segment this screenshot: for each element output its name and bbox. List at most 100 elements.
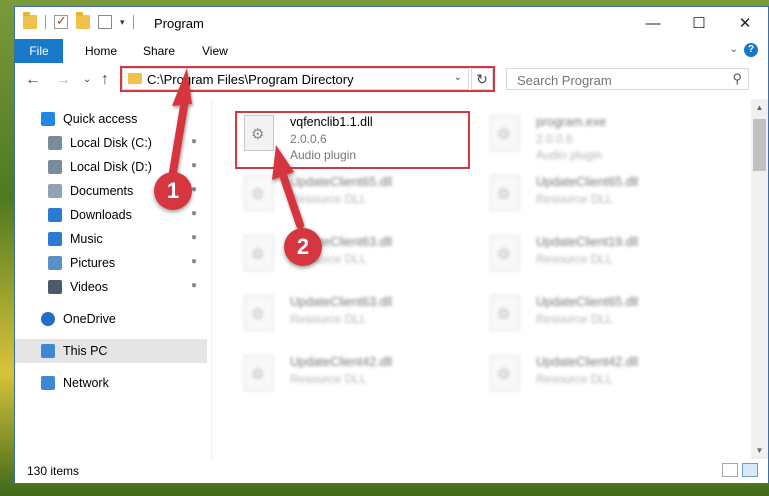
dll-file-icon (244, 355, 274, 391)
tab-view[interactable]: View (202, 39, 228, 63)
file-description: Resource DLL (536, 192, 613, 206)
file-description: Resource DLL (290, 312, 367, 326)
back-button[interactable]: ← (25, 72, 41, 88)
downloads-icon (48, 208, 62, 222)
sidebar-item-label: Local Disk (C:) (70, 136, 152, 150)
address-bar[interactable]: C:\Program Files\Program Directory ⌄ (122, 68, 469, 90)
drive-icon (48, 160, 62, 174)
maximize-button[interactable]: ☐ (676, 7, 722, 39)
pin-icon[interactable]: ● (191, 256, 197, 267)
computer-icon (41, 344, 55, 358)
close-button[interactable]: ✕ (722, 7, 768, 39)
file-item-vqfenclib[interactable]: vqfenclib1.1.dll 2.0.0.6 Audio plugin (236, 109, 466, 165)
step-1-callout: 1 (154, 172, 192, 210)
search-icon: ⚲ (732, 71, 742, 86)
up-button[interactable]: ↑ (101, 72, 109, 88)
folder-icon (128, 73, 142, 84)
navigation-bar: ← → ⌄ ↑ C:\Program Files\Program Directo… (15, 63, 768, 99)
pin-icon[interactable]: ● (191, 232, 197, 243)
sidebar-item-this-pc[interactable]: This PC (15, 339, 207, 363)
sidebar-item-pictures[interactable]: Pictures ● (15, 251, 207, 275)
vertical-scrollbar[interactable]: ▲ ▼ (751, 99, 768, 459)
scroll-down-icon[interactable]: ▼ (751, 442, 768, 459)
file-description: Resource DLL (536, 312, 613, 326)
documents-icon (48, 184, 62, 198)
ribbon-tabs: File Home Share View ⌄ ? (15, 39, 768, 64)
expand-ribbon-icon[interactable]: ⌄ (730, 44, 738, 55)
file-description: Resource DLL (290, 372, 367, 386)
forward-button[interactable]: → (55, 72, 71, 88)
sidebar-item-label: Downloads (70, 208, 132, 222)
tab-home[interactable]: Home (85, 39, 117, 63)
dll-file-icon (244, 235, 274, 271)
file-name: UpdateClient19.dll (536, 235, 639, 249)
address-path[interactable]: C:\Program Files\Program Directory (147, 72, 354, 87)
file-item[interactable]: UpdateClient65.dll Resource DLL (482, 289, 712, 345)
status-bar: 130 items (15, 459, 768, 483)
pin-icon[interactable]: ● (191, 136, 197, 147)
separator (132, 15, 134, 29)
details-view-icon[interactable] (722, 463, 738, 477)
window-title: Program (154, 16, 204, 31)
sidebar-item-network[interactable]: Network (15, 371, 207, 395)
file-name: UpdateClient63.dll (290, 295, 393, 309)
pin-icon[interactable]: ● (191, 208, 197, 219)
dll-file-icon (490, 175, 520, 211)
file-description: Audio plugin (536, 148, 603, 162)
sidebar-item-label: Videos (70, 280, 108, 294)
dll-file-icon (490, 355, 520, 391)
dll-file-icon (244, 115, 274, 151)
sidebar-item-label: Quick access (63, 112, 138, 126)
dll-file-icon (244, 295, 274, 331)
address-history-icon[interactable]: ⌄ (454, 72, 462, 83)
tab-share[interactable]: Share (143, 39, 175, 63)
file-description: Resource DLL (536, 252, 613, 266)
exe-file-icon (490, 115, 520, 151)
tab-file[interactable]: File (15, 39, 63, 63)
file-item[interactable]: UpdateClient63.dll Resource DLL (236, 229, 466, 285)
title-bar: ▾ Program — ☐ ✕ (15, 7, 768, 39)
file-item[interactable]: UpdateClient42.dll Resource DLL (482, 349, 712, 405)
dll-file-icon (244, 175, 274, 211)
file-item[interactable]: UpdateClient19.dll Resource DLL (482, 229, 712, 285)
sidebar-item-music[interactable]: Music ● (15, 227, 207, 251)
search-input[interactable] (515, 71, 719, 89)
new-folder-icon[interactable] (76, 12, 90, 29)
sidebar-item-label: This PC (63, 344, 108, 358)
navigation-pane: Quick access Local Disk (C:) ● Local Dis… (15, 99, 212, 459)
minimize-button[interactable]: — (630, 7, 676, 39)
sidebar-item-videos[interactable]: Videos ● (15, 275, 207, 299)
file-item[interactable]: UpdateClient65.dll Resource DLL (482, 169, 712, 225)
file-version: 2.0.0.6 (536, 132, 573, 146)
quick-access-toolbar: ▾ (23, 12, 134, 29)
step-2-callout: 2 (284, 228, 322, 266)
item-count: 130 items (27, 464, 80, 478)
sidebar-item-quick-access[interactable]: Quick access (15, 107, 207, 131)
scroll-thumb[interactable] (753, 119, 766, 171)
sidebar-item-onedrive[interactable]: OneDrive (15, 307, 207, 331)
pictures-icon (48, 256, 62, 270)
search-box[interactable]: ⚲ (506, 68, 749, 90)
pin-icon[interactable]: ● (191, 160, 197, 171)
file-name: vqfenclib1.1.dll (290, 115, 373, 129)
file-item[interactable]: UpdateClient63.dll Resource DLL (236, 289, 466, 345)
file-item[interactable]: UpdateClient65.dll Resource DLL (236, 169, 466, 225)
pin-icon[interactable]: ● (191, 280, 197, 291)
sidebar-item-label: Pictures (70, 256, 116, 270)
drive-icon (48, 136, 62, 150)
tiles-view-icon[interactable] (742, 463, 758, 477)
properties-check-icon[interactable] (54, 13, 68, 29)
file-name: UpdateClient65.dll (536, 175, 639, 189)
view-properties-icon[interactable] (98, 15, 112, 29)
scroll-up-icon[interactable]: ▲ (751, 99, 768, 116)
sidebar-item-label: Network (63, 376, 109, 390)
customize-toolbar-icon[interactable]: ▾ (120, 17, 125, 28)
sidebar-item-local-disk-c[interactable]: Local Disk (C:) ● (15, 131, 207, 155)
help-icon[interactable]: ? (744, 43, 758, 57)
file-name: UpdateClient42.dll (290, 355, 393, 369)
recent-locations-button[interactable]: ⌄ (83, 72, 91, 88)
file-item[interactable]: program.exe 2.0.0.6 Audio plugin (482, 109, 712, 165)
file-name: UpdateClient65.dll (290, 175, 393, 189)
refresh-button[interactable]: ↻ (471, 68, 493, 90)
file-item[interactable]: UpdateClient42.dll Resource DLL (236, 349, 466, 405)
